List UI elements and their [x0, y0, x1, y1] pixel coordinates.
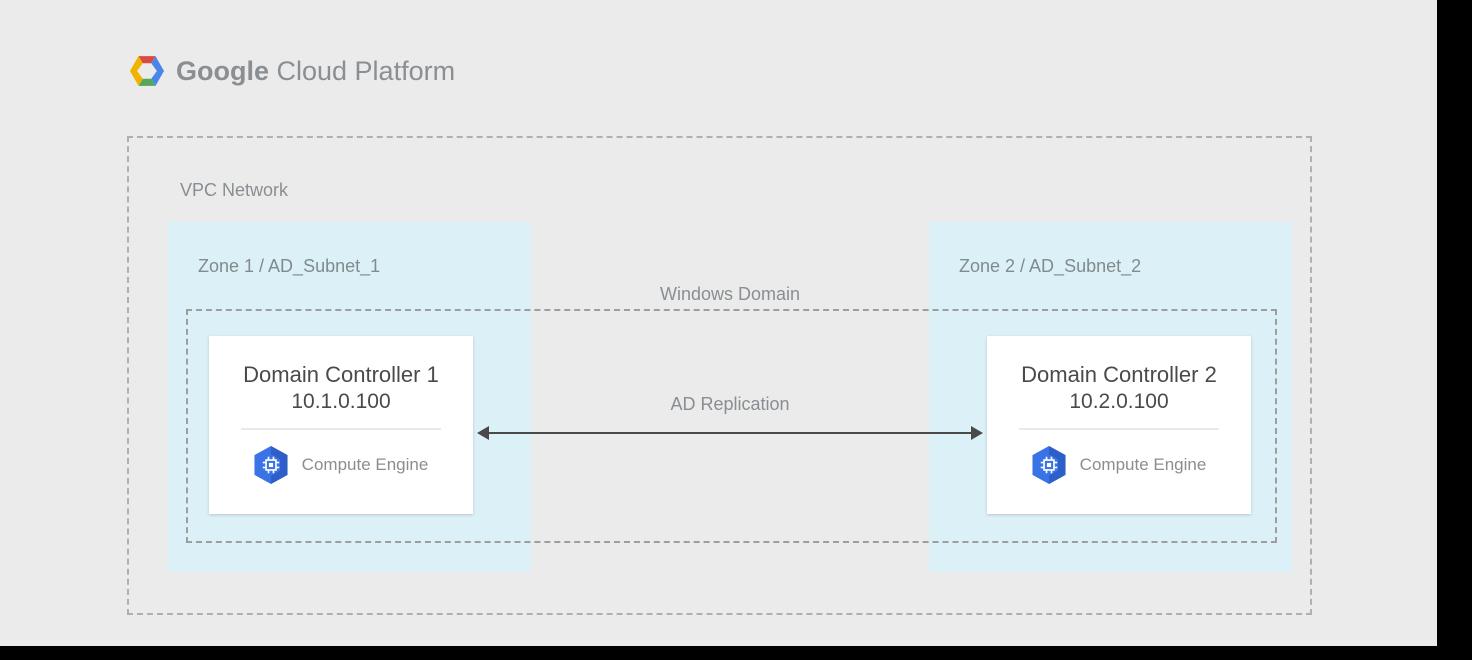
dc2-title: Domain Controller 2: [987, 362, 1251, 388]
header-title-rest: Cloud Platform: [269, 56, 455, 86]
gcp-logo-icon: [130, 56, 164, 86]
header: Google Cloud Platform: [130, 56, 455, 86]
arrow-head-right-icon: [971, 426, 983, 440]
dc2-ip: 10.2.0.100: [987, 390, 1251, 414]
diagram-canvas: Google Cloud Platform VPC Network Zone 1…: [0, 0, 1437, 646]
arrow-head-left-icon: [477, 426, 489, 440]
dc2-engine-row: Compute Engine: [987, 446, 1251, 484]
ad-replication-arrow: AD Replication: [478, 410, 982, 448]
ad-replication-label: AD Replication: [478, 394, 982, 415]
domain-controller-1-card: Domain Controller 1 10.1.0.100: [209, 336, 473, 514]
zone-1-label: Zone 1 / AD_Subnet_1: [198, 256, 380, 277]
header-title-google: Google: [176, 56, 269, 86]
windows-domain-label: Windows Domain: [660, 284, 800, 305]
dc1-engine-row: Compute Engine: [209, 446, 473, 484]
zone-2-label: Zone 2 / AD_Subnet_2: [959, 256, 1141, 277]
dc2-engine-label: Compute Engine: [1080, 455, 1207, 475]
dc2-divider: [1019, 428, 1219, 430]
dc1-divider: [241, 428, 441, 430]
compute-engine-icon: [1032, 446, 1066, 484]
domain-controller-2-card: Domain Controller 2 10.2.0.100: [987, 336, 1251, 514]
dc1-ip: 10.1.0.100: [209, 390, 473, 414]
vpc-network-label: VPC Network: [180, 180, 288, 201]
dc1-title: Domain Controller 1: [209, 362, 473, 388]
header-title: Google Cloud Platform: [176, 58, 455, 85]
dc1-engine-label: Compute Engine: [302, 455, 429, 475]
compute-engine-icon: [254, 446, 288, 484]
arrow-line: [486, 432, 974, 434]
